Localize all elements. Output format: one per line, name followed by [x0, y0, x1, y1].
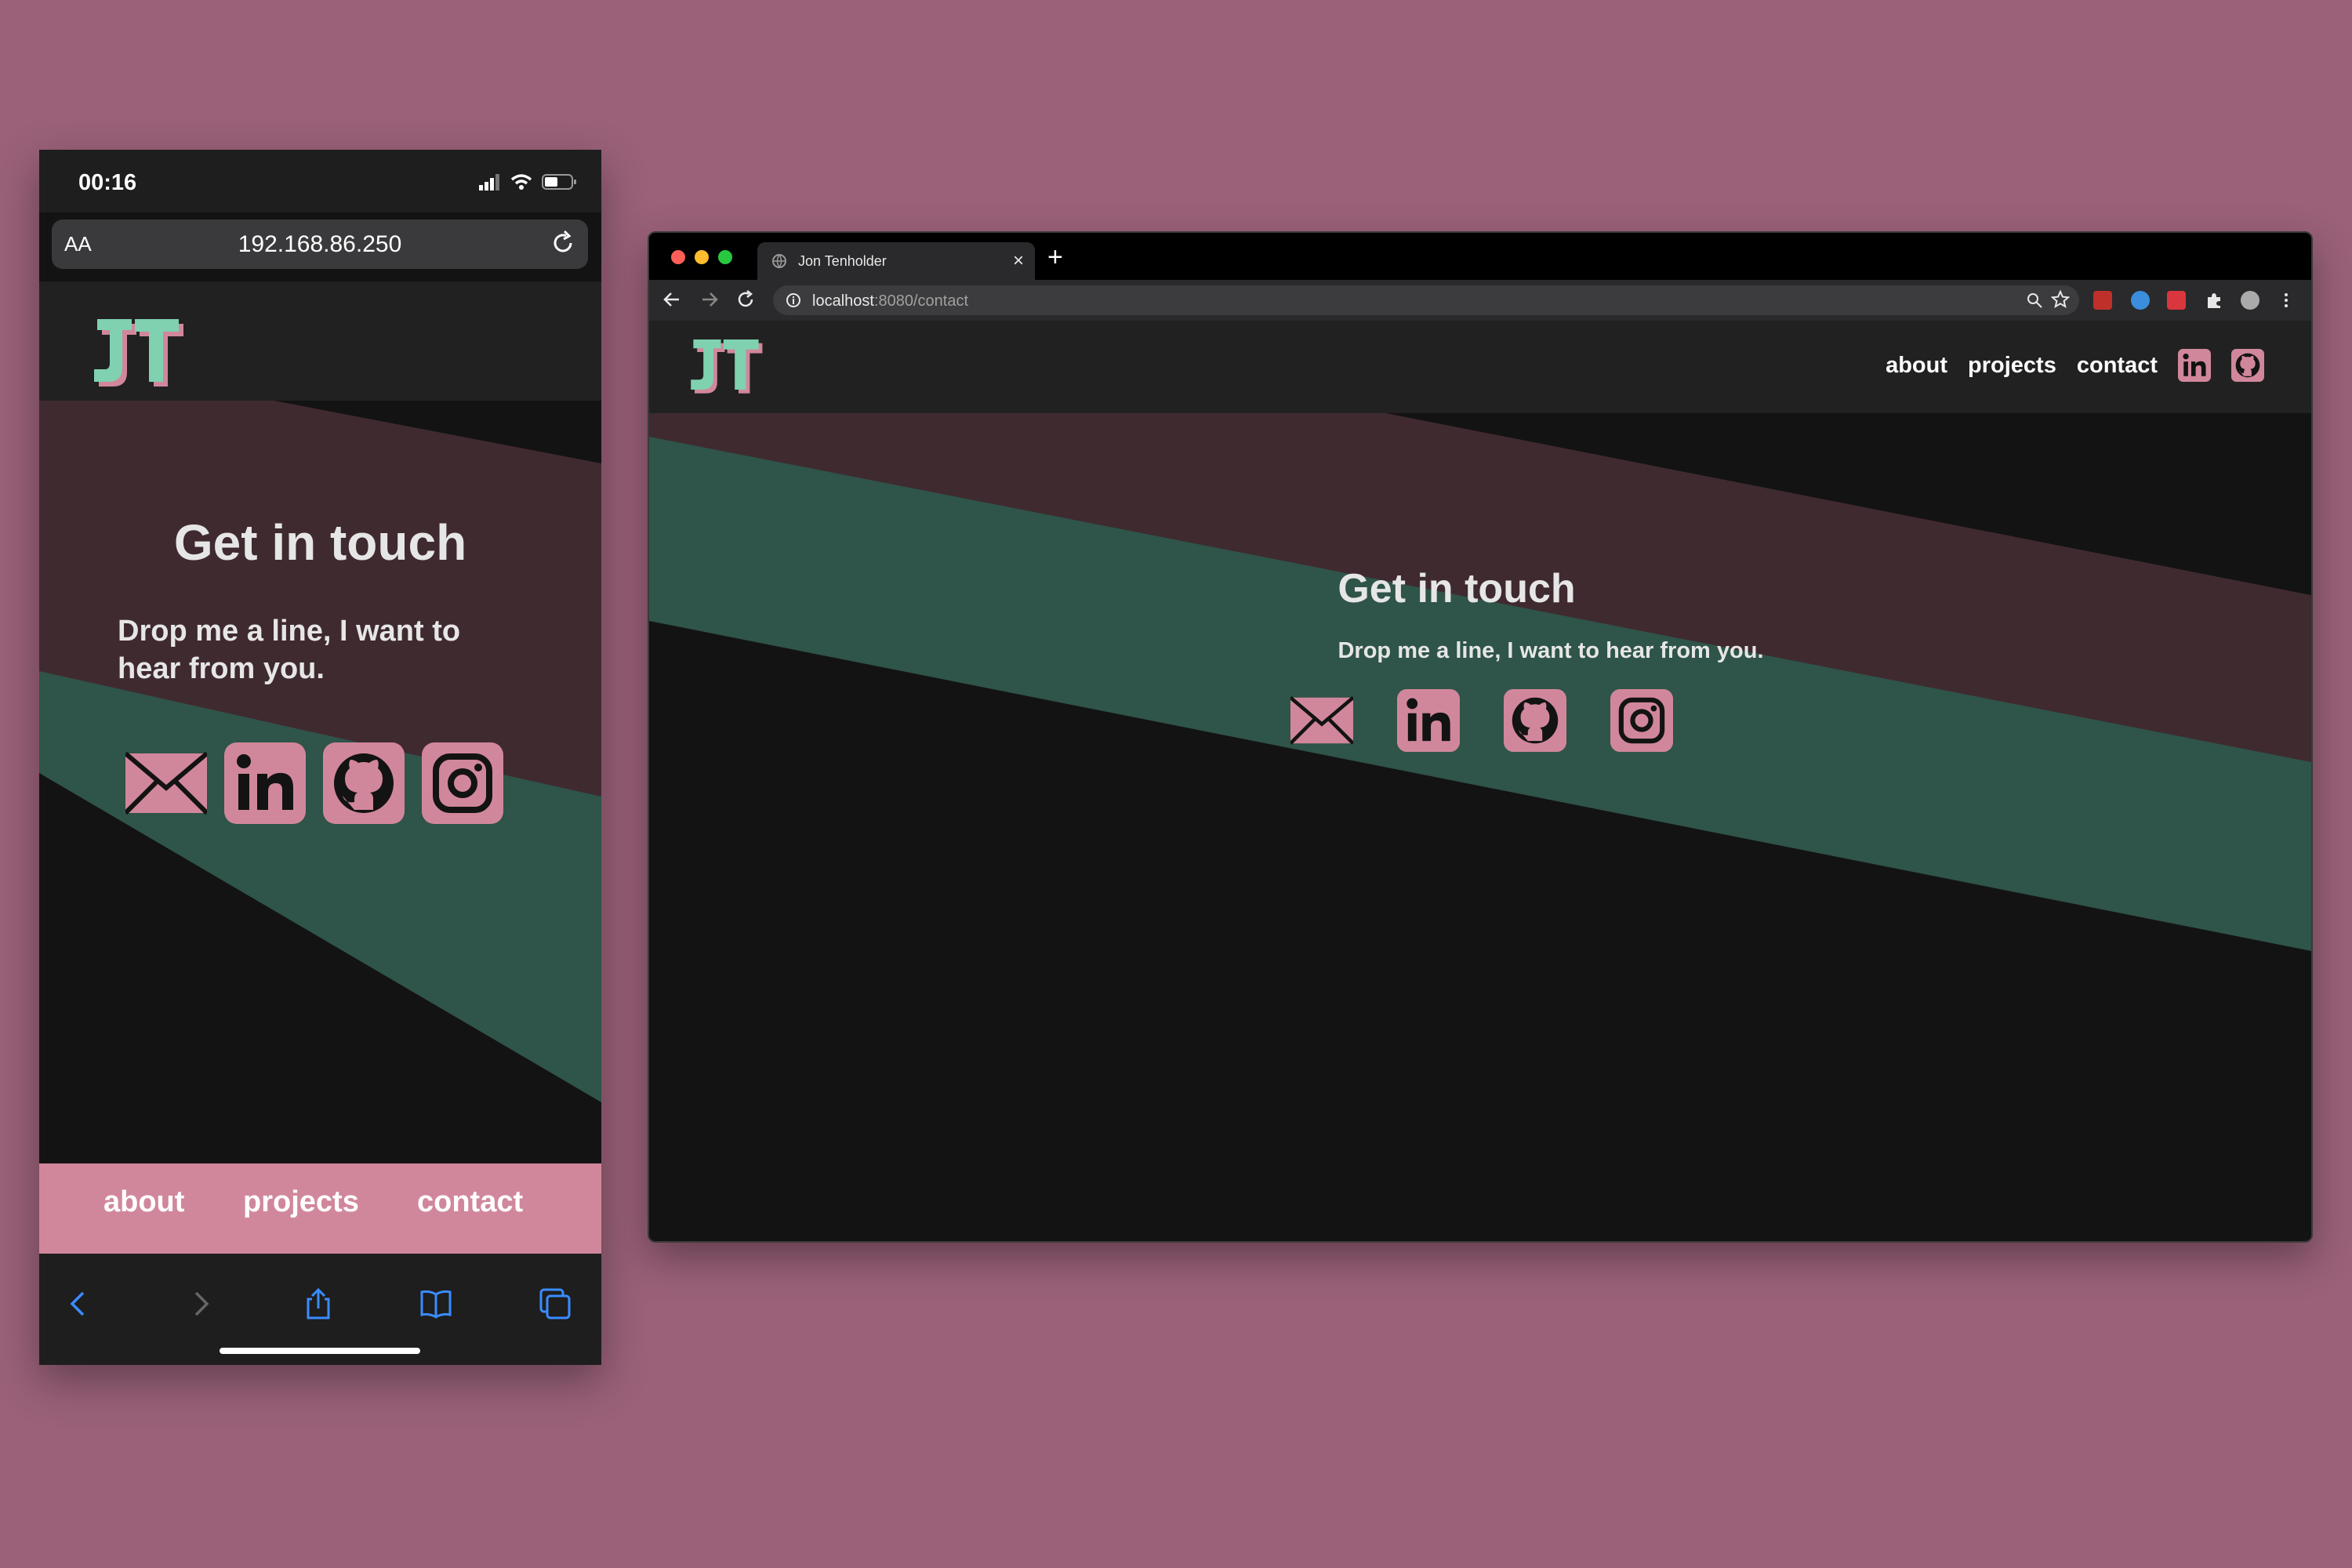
- instagram-icon[interactable]: [1610, 689, 1673, 752]
- nav-link-about[interactable]: about: [103, 1185, 184, 1219]
- tab-close-button[interactable]: ×: [1013, 250, 1024, 272]
- address-bar[interactable]: localhost:8080/contact: [773, 285, 2079, 315]
- github-icon[interactable]: [2231, 349, 2264, 382]
- page-title: Get in touch: [173, 514, 467, 571]
- url-text: 192.168.86.250: [238, 231, 402, 257]
- contact-icons: [125, 742, 503, 824]
- address-bar[interactable]: AA 192.168.86.250: [52, 220, 588, 269]
- mail-icon[interactable]: [125, 742, 207, 824]
- linkedin-icon[interactable]: [224, 742, 306, 824]
- address-host: localhost: [812, 292, 874, 310]
- site-content: about projects contact Get in touch Drop…: [649, 321, 2311, 1241]
- address-text: localhost:8080/contact: [812, 292, 968, 310]
- linkedin-icon[interactable]: [2178, 349, 2211, 382]
- reload-icon[interactable]: [735, 289, 756, 310]
- instagram-icon[interactable]: [422, 742, 503, 824]
- status-time: 00:16: [78, 170, 137, 195]
- zoom-icon[interactable]: [2026, 292, 2043, 309]
- address-path: :8080/contact: [873, 292, 969, 310]
- nav-link-about[interactable]: about: [1886, 353, 1947, 379]
- reload-icon[interactable]: [549, 229, 577, 257]
- tabs-icon[interactable]: [538, 1287, 572, 1321]
- forward-icon[interactable]: [183, 1287, 218, 1321]
- kebab-menu-icon[interactable]: [2277, 291, 2296, 310]
- decorative-bands: [649, 413, 2311, 1241]
- nav-link-contact[interactable]: contact: [417, 1185, 523, 1219]
- maximize-window-button[interactable]: [718, 250, 732, 264]
- tab-strip: Jon Tenholder × +: [649, 233, 2311, 280]
- contact-icons: [1290, 689, 1673, 752]
- bottom-nav: about projects contact: [39, 1163, 601, 1254]
- back-icon[interactable]: [63, 1287, 97, 1321]
- github-icon[interactable]: [1504, 689, 1566, 752]
- extension-red-icon[interactable]: [2093, 291, 2112, 310]
- battery-icon: [542, 174, 576, 190]
- nav-link-projects[interactable]: projects: [243, 1185, 359, 1219]
- minimize-window-button[interactable]: [695, 250, 709, 264]
- extensions-puzzle-icon[interactable]: [2205, 291, 2223, 310]
- wifi-icon: [510, 174, 532, 190]
- linkedin-icon[interactable]: [1397, 689, 1460, 752]
- nav-link-projects[interactable]: projects: [1968, 353, 2056, 379]
- status-bar: 00:16: [39, 150, 601, 212]
- share-icon[interactable]: [301, 1287, 336, 1321]
- jt-logo[interactable]: [91, 319, 185, 390]
- tab-title: Jon Tenholder: [798, 253, 887, 269]
- back-icon[interactable]: [662, 289, 682, 310]
- nav-link-contact[interactable]: contact: [2077, 353, 2158, 379]
- home-indicator: [220, 1348, 420, 1354]
- page-subtitle: Drop me a line, I want to hear from you.: [118, 615, 461, 685]
- phone-mockup: 00:16 AA 192.168.86.250 Get in touch Dro…: [39, 150, 601, 1365]
- top-nav: about projects contact: [1886, 349, 2264, 382]
- signal-icon: [479, 174, 499, 191]
- close-window-button[interactable]: [671, 250, 685, 264]
- address-row: localhost:8080/contact: [649, 280, 2311, 321]
- desktop-browser-window: Jon Tenholder × + localhost:8080/contact: [648, 231, 2313, 1243]
- info-icon[interactable]: [786, 292, 801, 308]
- browser-tab[interactable]: Jon Tenholder ×: [757, 242, 1035, 280]
- extension-blue-icon[interactable]: [2131, 291, 2150, 310]
- page-subtitle: Drop me a line, I want to hear from you.: [1338, 638, 1764, 663]
- github-icon[interactable]: [323, 742, 405, 824]
- page-title: Get in touch: [1338, 566, 1576, 612]
- bookmarks-icon[interactable]: [419, 1287, 453, 1321]
- status-icons: [479, 172, 578, 192]
- globe-icon: [772, 254, 786, 269]
- forward-icon[interactable]: [699, 289, 720, 310]
- profile-avatar[interactable]: [2241, 291, 2259, 310]
- site-header: about projects contact: [649, 321, 2311, 413]
- new-tab-button[interactable]: +: [1047, 242, 1063, 273]
- jt-logo[interactable]: [688, 339, 764, 396]
- bookmark-star-icon[interactable]: [2051, 290, 2070, 309]
- extension-red2-icon[interactable]: [2167, 291, 2186, 310]
- mail-icon[interactable]: [1290, 689, 1353, 752]
